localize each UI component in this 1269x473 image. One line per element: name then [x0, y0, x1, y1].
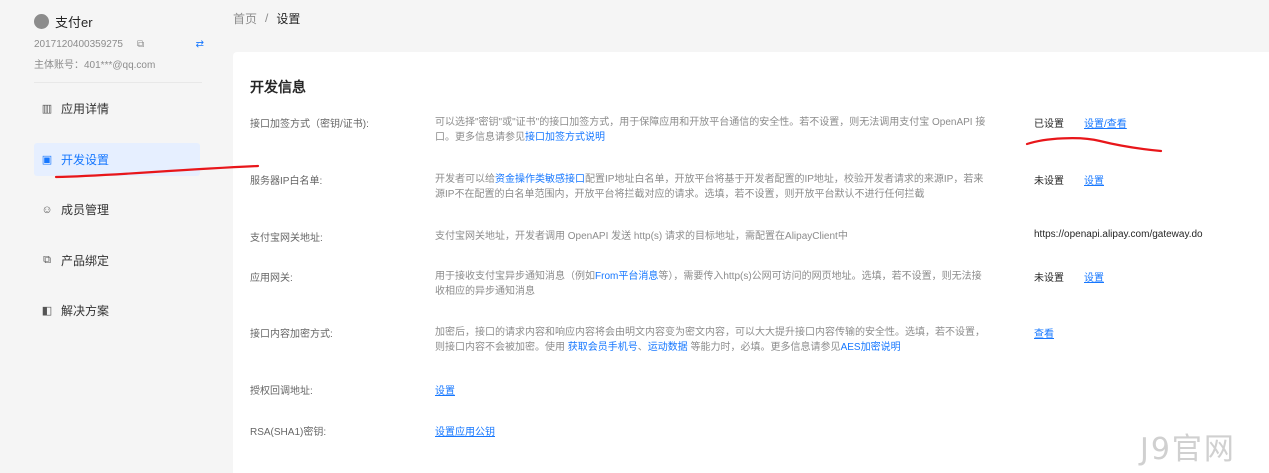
sidebar-item-label: 开发设置 [61, 152, 110, 167]
row-description: 开发者可以给资金操作类敏感接口配置IP地址白名单，开放平台将基于开发者配置的IP… [435, 172, 990, 202]
sidebar-item-label: 应用详情 [61, 102, 110, 116]
desc-text: 、 [637, 342, 648, 353]
from-platform-message-link[interactable]: From平台消息 [595, 271, 658, 282]
row-label: 接口加签方式（密钥/证书): [250, 119, 369, 130]
set-public-key-button[interactable]: 设置应用公钥 [435, 423, 495, 438]
product-bind-icon: ⧉ [43, 253, 51, 266]
status-badge: 未设置 [1034, 176, 1064, 187]
sport-data-link[interactable]: 运动数据 [648, 342, 688, 353]
copy-icon[interactable]: ⧉ [137, 39, 144, 50]
desc-text: 等能力时，必填。更多信息请参见 [687, 342, 841, 353]
callback-set-button[interactable]: 设置 [435, 382, 455, 397]
app-name: 支付er [55, 14, 93, 30]
desc-text: 可以选择"密钥"或"证书"的接口加签方式，用于保障应用和开放平台通信的安全性。若… [435, 117, 986, 143]
row-description: 可以选择"密钥"或"证书"的接口加签方式，用于保障应用和开放平台通信的安全性。若… [435, 115, 990, 145]
sign-method-doc-link[interactable]: 接口加签方式说明 [525, 132, 605, 143]
encrypt-view-button[interactable]: 查看 [1034, 325, 1054, 340]
row-label: RSA(SHA1)密钥: [250, 427, 327, 438]
breadcrumb-home[interactable]: 首页 [233, 10, 257, 27]
row-description: 用于接收支付宝异步通知消息（例如From平台消息等），需要传入http(s)公网… [435, 269, 990, 299]
swap-icon[interactable]: ⇄ [196, 39, 204, 50]
sidebar-item-label: 成员管理 [61, 203, 110, 218]
sidebar-item-app-detail[interactable]: ▥ 应用详情 [34, 92, 200, 125]
row-description: 支付宝网关地址，开发者调用 OpenAPI 发送 http(s) 请求的目标地址… [435, 231, 848, 242]
row-label: 支付宝网关地址: [250, 233, 323, 244]
sensitive-api-link[interactable]: 资金操作类敏感接口 [495, 174, 585, 185]
member-phone-link[interactable]: 获取会员手机号 [568, 342, 638, 353]
members-icon: ☺ [41, 203, 53, 216]
sidebar-item-product-bind[interactable]: ⧉ 产品绑定 [34, 244, 200, 277]
monitor-icon: ▥ [41, 103, 53, 115]
app-header: 支付er 2017120400359275 ⧉ ⇄ 主体账号：401***@qq… [34, 12, 204, 71]
sidebar-item-label: 产品绑定 [61, 253, 110, 268]
app-id: 2017120400359275 [34, 38, 123, 50]
sidebar-nav: ▥ 应用详情 ▣ 开发设置 ☺ 成员管理 ⧉ 产品绑定 ◧ 解决方案 [34, 92, 200, 345]
row-label: 应用网关: [250, 273, 293, 284]
sidebar-item-solutions[interactable]: ◧ 解决方案 [34, 294, 200, 327]
status-badge: 已设置 [1034, 119, 1064, 130]
dev-info-card: 开发信息 接口加签方式（密钥/证书): 可以选择"密钥"或"证书"的接口加签方式… [233, 52, 1269, 473]
app-avatar [34, 13, 49, 29]
app-gateway-set-button[interactable]: 设置 [1084, 269, 1104, 284]
sidebar-item-members[interactable]: ☺ 成员管理 [34, 193, 200, 226]
watermark: J9官网 [1140, 432, 1236, 467]
breadcrumb-current: 设置 [276, 11, 301, 26]
sidebar-divider [34, 82, 202, 83]
app-title-row: 支付er [34, 12, 204, 30]
section-title: 开发信息 [250, 79, 306, 95]
account-info: 主体账号：401***@qq.com [34, 60, 156, 71]
sidebar: 支付er 2017120400359275 ⧉ ⇄ 主体账号：401***@qq… [0, 0, 218, 473]
ip-set-button[interactable]: 设置 [1084, 172, 1104, 187]
row-label: 接口内容加密方式: [250, 329, 333, 340]
aes-doc-link[interactable]: AES加密说明 [841, 342, 901, 353]
desc-text: 开发者可以给 [435, 174, 495, 185]
sidebar-item-dev-settings[interactable]: ▣ 开发设置 [34, 142, 200, 176]
sidebar-item-label: 解决方案 [61, 304, 110, 319]
status-badge: 未设置 [1034, 273, 1064, 284]
row-description: 加密后，接口的请求内容和响应内容将会由明文内容变为密文内容，可以大大提升接口内容… [435, 325, 990, 355]
breadcrumb-separator: / [265, 11, 269, 25]
desc-text: 用于接收支付宝异步通知消息（例如 [435, 271, 595, 282]
dev-settings-icon: ▣ [41, 153, 53, 166]
row-label: 服务器IP白名单: [250, 176, 323, 187]
solution-icon: ◧ [41, 305, 53, 318]
app-id-row: 2017120400359275 ⧉ ⇄ [34, 38, 204, 50]
gateway-url: https://openapi.alipay.com/gateway.do [1034, 229, 1203, 240]
row-label: 授权回调地址: [250, 386, 313, 397]
sign-set-view-button[interactable]: 设置/查看 [1084, 115, 1127, 130]
breadcrumb: 首页 / 设置 [233, 10, 300, 26]
